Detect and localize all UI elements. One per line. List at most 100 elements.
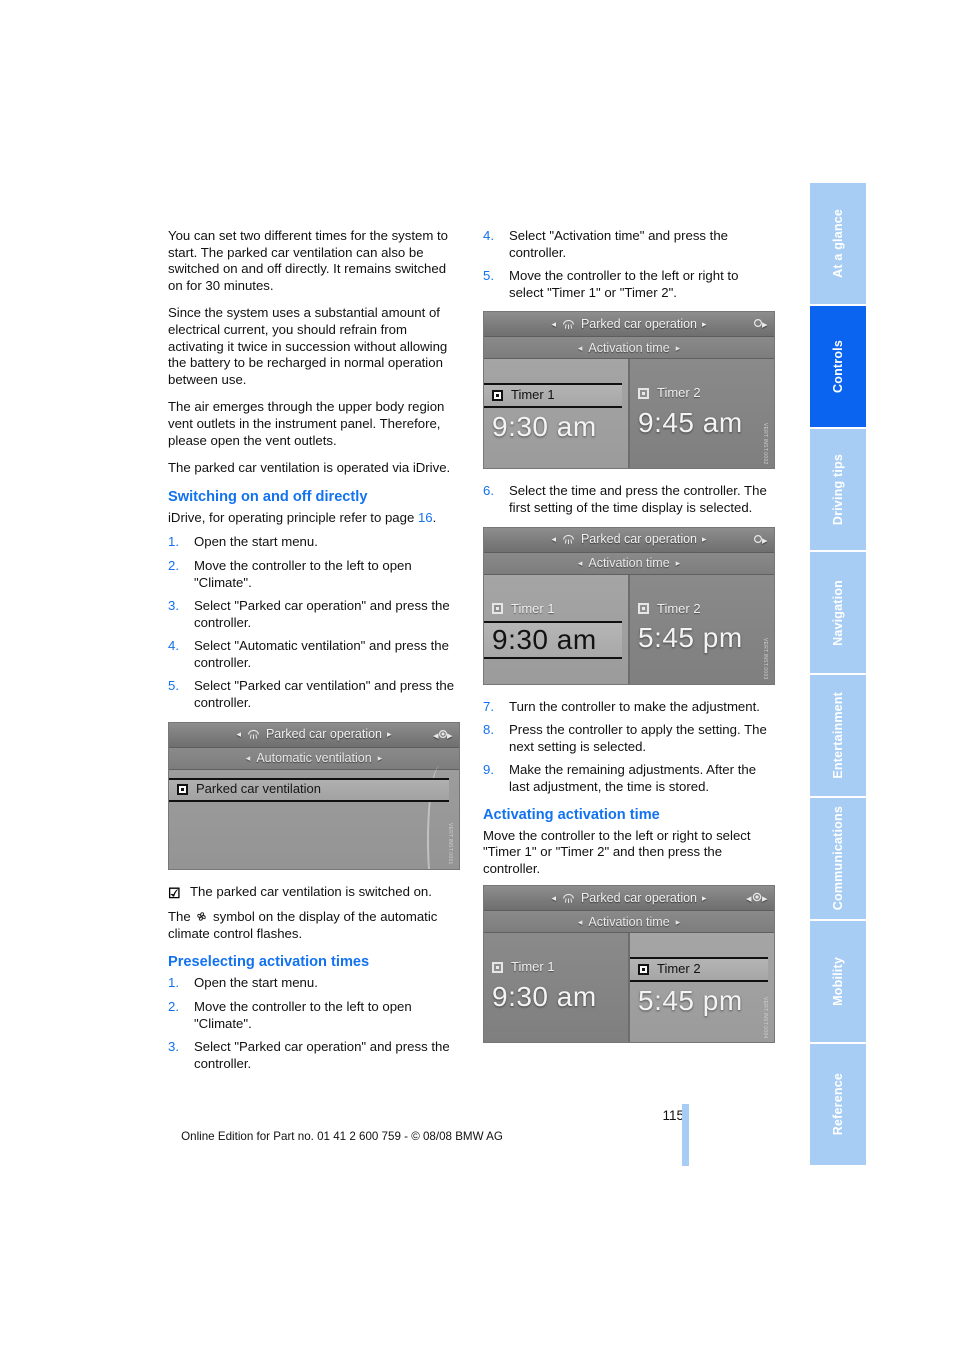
timer-1-label: Timer 1: [511, 959, 555, 975]
svg-text:▸: ▸: [762, 319, 768, 331]
sidebar-item-mobility[interactable]: Mobility: [810, 921, 866, 1042]
sidebar-item-at-a-glance[interactable]: At a glance: [810, 183, 866, 304]
idrive-timer-screenshot-a: ◂ Parked car operation ▸ ▸ ◂ Activation …: [483, 311, 775, 470]
step-text: Press the controller to apply the settin…: [509, 722, 767, 754]
screenshot-header-title: Parked car operation: [265, 727, 383, 742]
timer-1-label-row[interactable]: Timer 1: [484, 383, 622, 408]
figure-code: VERT.INST.0003: [762, 637, 768, 680]
lead-switching: iDrive, for operating principle refer to…: [168, 510, 460, 527]
paragraph-current-warning: Since the system uses a substantial amou…: [168, 305, 448, 387]
timer-2-time[interactable]: 5:45 pm: [630, 621, 774, 655]
step-text: Make the remaining adjustments. After th…: [509, 762, 757, 794]
left-arrow-icon: ◂: [577, 342, 583, 353]
paragraph-air-outlets: The air emerges through the upper body r…: [168, 399, 445, 448]
idrive-timer-screenshot-c: ◂ Parked car operation ▸ ◂ ▸ ◂ Activatio…: [483, 885, 775, 1044]
steps-activation-time-bottom: 7. Turn the controller to make the adjust…: [483, 699, 775, 796]
timer-2-label: Timer 2: [657, 385, 701, 401]
paragraph-idrive: The parked car ventilation is operated v…: [168, 460, 451, 476]
sidebar-item-label: Mobility: [831, 957, 845, 1006]
step-text: Turn the controller to make the adjustme…: [509, 698, 760, 714]
timer-2-label: Timer 2: [657, 961, 701, 977]
timer-2-time[interactable]: 9:45 am: [630, 406, 774, 440]
checkbox-icon: [638, 603, 649, 615]
step-number: 9.: [483, 762, 494, 778]
timer-2-pane[interactable]: Timer 2 9:45 am: [628, 359, 774, 469]
page-reference-link[interactable]: 16: [418, 510, 433, 525]
timer-1-time[interactable]: 9:30 am: [484, 621, 622, 660]
note-symbol-prefix: The: [168, 909, 195, 925]
sidebar-item-label: Controls: [831, 340, 845, 393]
paragraph-intro: You can set two different times for the …: [168, 228, 449, 293]
checkbox-icon: [638, 964, 649, 976]
sidebar-item-controls[interactable]: Controls: [810, 306, 866, 427]
figure-code: VERT.INST.0001: [447, 823, 453, 865]
list-item: 7. Turn the controller to make the adjust…: [483, 699, 775, 716]
timer-2-label-row[interactable]: Timer 2: [630, 599, 774, 620]
timer-2-label: Timer 2: [657, 600, 701, 616]
timer-1-label: Timer 1: [511, 600, 555, 616]
steps-activation-time-top: 4. Select "Activation time" and press the…: [483, 228, 775, 301]
step-number: 8.: [483, 722, 494, 738]
heading-switching-on-off: Switching on and off directly: [168, 488, 368, 505]
step-text: Select "Parked car operation" and press …: [194, 598, 450, 630]
timer-1-time[interactable]: 9:30 am: [484, 980, 628, 1014]
fan-symbol-icon: [197, 912, 207, 921]
page-number: 115: [662, 1108, 684, 1123]
sidebar-item-reference[interactable]: Reference: [810, 1044, 866, 1165]
timer-2-label-row[interactable]: Timer 2: [630, 383, 774, 404]
step-number: 5.: [168, 678, 179, 694]
list-item: 1. Open the start menu.: [168, 975, 460, 992]
screenshot-body: Timer 1 9:30 am Timer 2 9:45 am: [484, 359, 774, 469]
sidebar-item-driving-tips[interactable]: Driving tips: [810, 429, 866, 550]
timer-1-pane[interactable]: Timer 1 9:30 am: [484, 933, 628, 1043]
footer-accent-bar: [682, 1104, 689, 1166]
step-number: 6.: [483, 483, 494, 499]
list-item: 5. Move the controller to the left or rig…: [483, 268, 775, 301]
timer-1-label-row[interactable]: Timer 1: [484, 599, 628, 620]
timer-2-pane[interactable]: Timer 2 5:45 pm: [628, 574, 774, 684]
timer-1-label-row[interactable]: Timer 1: [484, 957, 628, 978]
screenshot-header-title-group: ◂ Parked car operation ▸: [236, 726, 391, 743]
footer-text: Online Edition for Part no. 01 41 2 600 …: [181, 1130, 503, 1143]
step-number: 7.: [483, 698, 494, 714]
steps-switching-on-off: 1. Open the start menu. 2. Move the contro…: [168, 534, 460, 711]
left-arrow-icon: ◂: [551, 534, 556, 545]
timer-1-time[interactable]: 9:30 am: [484, 410, 628, 444]
sidebar-item-label: Reference: [831, 1073, 845, 1136]
timer-1-label: Timer 1: [511, 387, 555, 403]
checkbox-icon: [177, 784, 188, 796]
left-column: You can set two different times for the …: [168, 228, 460, 1082]
timer-1-pane[interactable]: Timer 1 9:30 am: [484, 574, 628, 684]
step-number: 2.: [168, 557, 179, 573]
checkmark-icon: ☑: [168, 884, 181, 901]
lead-switching-prefix: iDrive, for operating principle refer to…: [168, 509, 418, 525]
list-item: 3. Select "Parked car operation" and pres…: [168, 1039, 460, 1072]
right-arrow-icon: ▸: [387, 729, 392, 740]
step-text: Select the time and press the controller…: [509, 483, 767, 515]
note-symbol-flashes: The symbol on the display of the automat…: [168, 909, 460, 942]
timer-2-time[interactable]: 5:45 pm: [630, 984, 774, 1018]
sidebar-item-communications[interactable]: Communications: [810, 798, 866, 919]
screenshot-body: Timer 1 9:30 am Timer 2 5:45 pm: [484, 574, 774, 684]
list-item: 2. Move the controller to the left to ope…: [168, 558, 460, 591]
step-number: 3.: [168, 1039, 179, 1055]
screenshot-header: ◂ Parked car operation ▸ ▸: [484, 312, 774, 338]
screenshot-subheader-title: Automatic ventilation: [256, 750, 372, 765]
left-arrow-icon: ◂: [236, 729, 241, 740]
sidebar-item-navigation[interactable]: Navigation: [810, 552, 866, 673]
list-item: 3. Select "Parked car operation" and pres…: [168, 598, 460, 631]
timer-2-pane[interactable]: Timer 2 5:45 pm: [628, 933, 774, 1043]
menu-item-parked-car-ventilation[interactable]: Parked car ventilation: [169, 777, 449, 802]
ventilation-fan-icon: [563, 319, 574, 329]
right-arrow-icon: ▸: [675, 557, 681, 568]
timer-2-label-row[interactable]: Timer 2: [630, 957, 768, 982]
right-arrow-icon: ▸: [702, 893, 707, 904]
screenshot-subheader: ◂ Activation time ▸: [484, 911, 774, 934]
step-text: Select "Activation time" and press the c…: [509, 228, 729, 260]
sidebar-item-label: Navigation: [831, 579, 845, 646]
screenshot-header: ◂ Parked car operation ▸ ◂ ▸: [484, 886, 774, 912]
timer-1-pane[interactable]: Timer 1 9:30 am: [484, 359, 628, 469]
sidebar-item-entertainment[interactable]: Entertainment: [810, 675, 866, 796]
steps-activation-time-mid: 6. Select the time and press the controll…: [483, 483, 775, 516]
screenshot-header-title: Parked car operation: [580, 317, 698, 332]
